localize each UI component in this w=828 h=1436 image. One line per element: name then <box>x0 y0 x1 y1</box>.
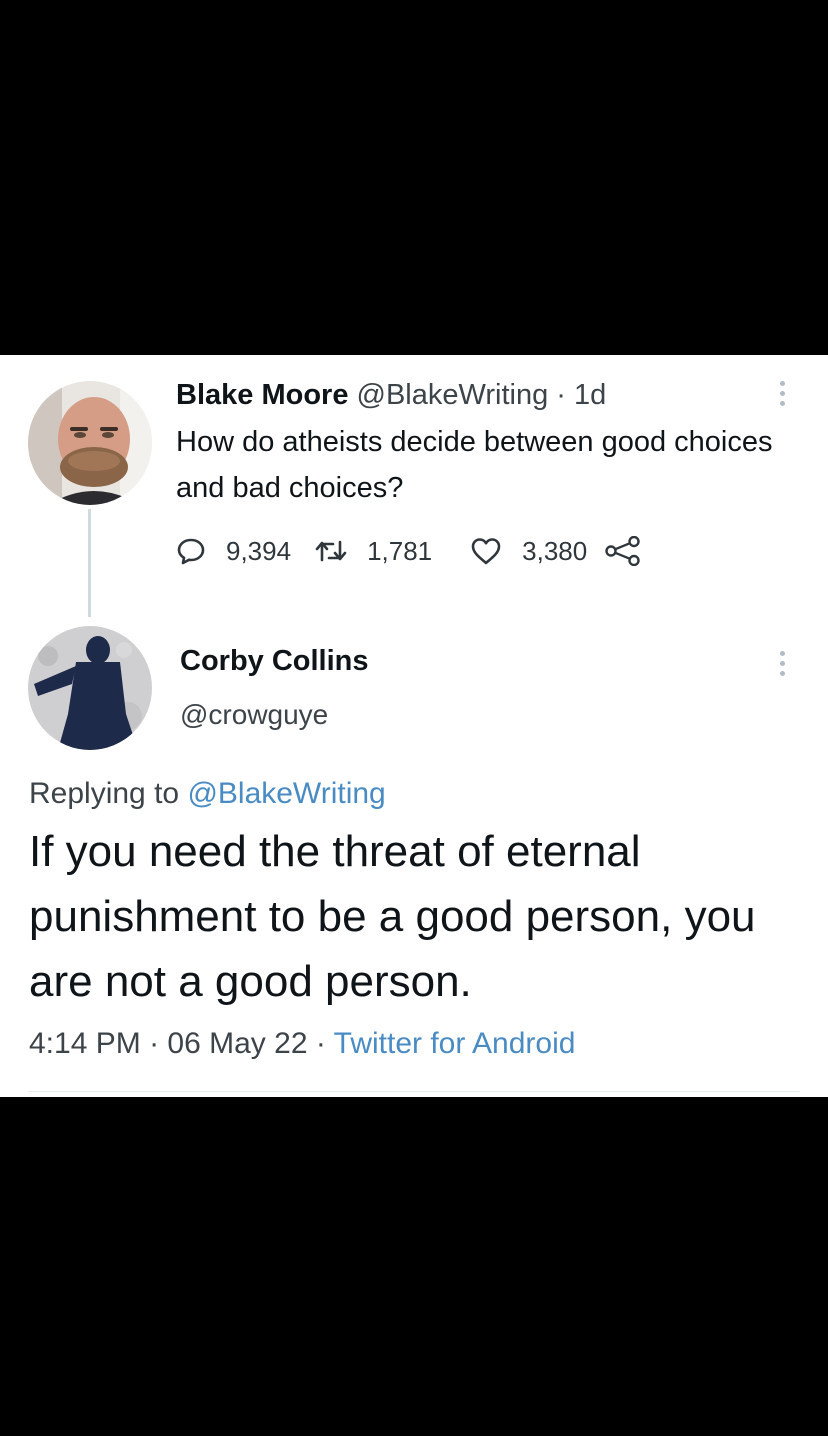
tweet-author-name[interactable]: Blake Moore <box>176 379 348 411</box>
reply-count: 9,394 <box>226 535 292 566</box>
blake-moore-avatar[interactable] <box>28 381 152 505</box>
meta-separator-1: · <box>149 1027 160 1060</box>
share-button[interactable] <box>605 536 641 566</box>
tweet-header: Blake Moore @BlakeWriting · 1d <box>176 375 606 415</box>
reply-time[interactable]: 4:14 PM <box>29 1027 141 1060</box>
reply-date[interactable]: 06 May 22 <box>167 1027 307 1060</box>
reply-metadata: 4:14 PM · 06 May 22 · Twitter for Androi… <box>29 1023 575 1065</box>
retweet-button[interactable]: 1,781 <box>315 536 432 567</box>
bottom-black-band <box>0 1097 828 1436</box>
more-options-icon[interactable] <box>772 373 792 413</box>
header-separator: · <box>556 379 566 411</box>
like-button[interactable]: 3,380 <box>470 536 587 567</box>
reply-more-options-icon[interactable] <box>772 643 792 683</box>
tweet-card: Blake Moore @BlakeWriting · 1d How do at… <box>0 355 828 1097</box>
reply-icon <box>177 538 205 565</box>
corby-collins-avatar[interactable] <box>28 626 152 750</box>
reply-text: If you need the threat of eternal punish… <box>29 827 756 1006</box>
replying-to-mention[interactable]: @BlakeWriting <box>187 777 385 810</box>
reply-author-handle[interactable]: @crowguye <box>180 695 328 735</box>
share-icon <box>605 536 640 566</box>
top-black-band <box>0 0 828 355</box>
retweet-count: 1,781 <box>367 535 433 566</box>
tweet-text: How do atheists decide between good choi… <box>176 426 773 504</box>
bottom-divider <box>28 1091 800 1092</box>
like-count: 3,380 <box>522 535 588 566</box>
tweet-action-bar: 9,394 1,781 3,380 <box>176 531 641 571</box>
meta-separator-2: · <box>315 1027 326 1060</box>
reply-source-link[interactable]: Twitter for Android <box>334 1027 576 1060</box>
replying-to-label: Replying to <box>29 777 180 810</box>
retweet-icon <box>315 540 347 562</box>
replying-to-line: Replying to @BlakeWriting <box>29 773 386 815</box>
heart-icon <box>471 538 501 565</box>
tweet-author-handle[interactable]: @BlakeWriting <box>357 379 549 411</box>
thread-connector-line <box>88 509 91 617</box>
reply-author-name[interactable]: Corby Collins <box>180 641 369 681</box>
reply-button[interactable]: 9,394 <box>176 536 291 567</box>
tweet-age[interactable]: 1d <box>574 379 606 411</box>
